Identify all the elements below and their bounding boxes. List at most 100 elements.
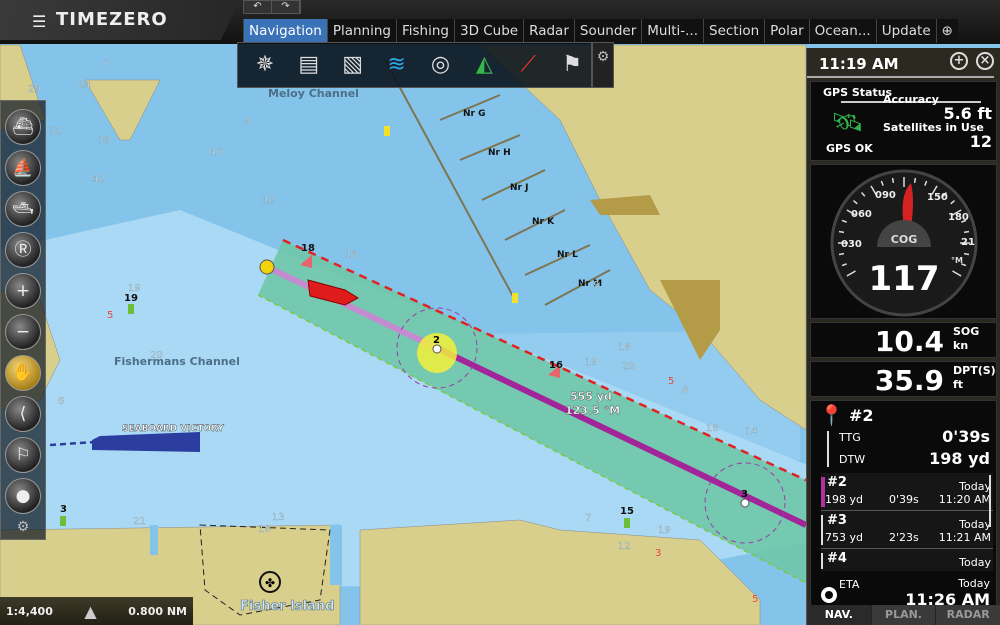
depth-sounding: 18 bbox=[706, 423, 719, 434]
ribbon-toolbar: ✵ ▤ ▧ ≋ ◎ ◭ ⟋ ⚑ bbox=[237, 42, 592, 88]
tab-sounder[interactable]: Sounder bbox=[573, 19, 642, 43]
gauge-tick-mark bbox=[838, 230, 845, 234]
mob-icon[interactable]: ⚐ bbox=[5, 437, 41, 473]
route-start[interactable] bbox=[259, 259, 275, 275]
accuracy-label: Accuracy bbox=[883, 93, 939, 106]
clock: 11:19 AM bbox=[819, 55, 899, 73]
depth-sounding: 18 bbox=[258, 524, 271, 535]
north-arrow-icon[interactable]: ▲ bbox=[84, 602, 96, 621]
gauge-tick: 150 bbox=[927, 192, 948, 203]
boat-3d-icon[interactable]: 🛥 bbox=[5, 191, 41, 227]
buoy-label: 16 bbox=[549, 360, 563, 371]
gauge-tick-mark bbox=[838, 252, 845, 256]
tab-fishing[interactable]: Fishing bbox=[395, 19, 454, 43]
depth-sounding: 12 bbox=[262, 195, 275, 206]
depth-sounding: 29 bbox=[28, 84, 41, 95]
ttg-value: 0'39s bbox=[942, 427, 990, 446]
tab-radar-panel[interactable]: RADAR bbox=[936, 605, 1000, 625]
markers-icon[interactable]: ⚑ bbox=[553, 47, 591, 83]
add-icon[interactable]: + bbox=[950, 52, 968, 70]
route-icon[interactable]: ◭ bbox=[465, 47, 503, 83]
gear-icon[interactable]: ⚙ bbox=[17, 519, 30, 539]
app-title: TIMEZERO bbox=[56, 9, 168, 30]
panel-header: 11:19 AM + × bbox=[807, 48, 994, 78]
route-bearing: 123.5 °M bbox=[565, 404, 620, 417]
depth-sounding: 19 bbox=[585, 357, 598, 368]
radar-icon[interactable]: ◎ bbox=[422, 47, 460, 83]
sog-label: SOG bbox=[953, 325, 980, 338]
tide-icon[interactable]: ⟋ bbox=[509, 47, 547, 83]
gps-title: GPS Status bbox=[823, 86, 893, 99]
depth-label: DPT(S) bbox=[953, 364, 996, 377]
depth-sounding: 12 bbox=[618, 541, 631, 552]
tab-planning[interactable]: Planning bbox=[326, 19, 396, 43]
waypoint-2[interactable] bbox=[432, 344, 442, 354]
reset-icon[interactable]: Ⓡ bbox=[5, 232, 41, 268]
pier-label: Nr J bbox=[510, 183, 528, 193]
depth-value: 35.9 bbox=[874, 364, 944, 397]
undo-redo: ↶ ↷ bbox=[243, 0, 301, 14]
boat-follow-icon[interactable]: ⛵ bbox=[5, 150, 41, 186]
close-icon[interactable]: × bbox=[976, 52, 994, 70]
satellites-value: 12 bbox=[969, 132, 992, 151]
tab-3d-cube[interactable]: 3D Cube bbox=[453, 19, 524, 43]
hamburger-icon[interactable]: ☰ bbox=[32, 12, 47, 31]
list-item[interactable]: #3 753 yd 2'23s Today 11:21 AM bbox=[821, 511, 993, 549]
tab-ocean[interactable]: Ocean... bbox=[808, 19, 876, 43]
boat-centered-icon[interactable]: ⛴ bbox=[5, 109, 41, 145]
gauge-tick: 030 bbox=[841, 239, 862, 250]
top-bar: ☰ TIMEZERO ↶ ↷ Navigation Planning Fishin… bbox=[0, 0, 1000, 44]
tab-multi[interactable]: Multi-... bbox=[641, 19, 703, 43]
tab-section[interactable]: Section bbox=[703, 19, 765, 43]
waypoint-3[interactable] bbox=[740, 498, 750, 508]
tab-plan[interactable]: PLAN. bbox=[872, 605, 937, 625]
redo-icon[interactable]: ↷ bbox=[272, 1, 300, 13]
depth-sounding: 19 bbox=[658, 525, 671, 536]
route-legs-list[interactable]: #2 198 yd 0'39s Today 11:20 AM #3 753 yd 2'23s… bbox=[821, 473, 993, 571]
pier-label: Nr L bbox=[557, 250, 578, 260]
depth-readout: 35.9 DPT(S) ft bbox=[810, 361, 997, 397]
depth-sounding: 6 bbox=[58, 396, 64, 407]
depth-sounding: 24 bbox=[78, 80, 91, 91]
depth-sounding: 33 bbox=[98, 135, 111, 146]
depth-sounding: 14 bbox=[745, 426, 758, 437]
pan-hand-icon[interactable]: ✋ bbox=[5, 355, 41, 391]
gauge-tick: 21 bbox=[961, 237, 975, 248]
scrollbar[interactable] bbox=[989, 475, 991, 527]
list-item[interactable]: #4 Today bbox=[821, 549, 993, 571]
eta-label: ETA bbox=[839, 578, 860, 591]
pier-label: Nr K bbox=[532, 217, 555, 227]
depth-sounding: 7 bbox=[585, 513, 591, 524]
ais-target-icon[interactable]: ≋ bbox=[378, 47, 416, 83]
gear-icon[interactable]: ⚙ bbox=[592, 42, 614, 88]
zoom-in-icon[interactable]: + bbox=[5, 273, 41, 309]
tab-navigation[interactable]: Navigation bbox=[243, 19, 327, 43]
undo-icon[interactable]: ↶ bbox=[244, 1, 272, 13]
chart-icon[interactable]: ▧ bbox=[334, 47, 372, 83]
zoom-out-icon[interactable]: − bbox=[5, 314, 41, 350]
compass-rose-icon[interactable]: ✵ bbox=[246, 47, 284, 83]
landmark-icon: ✤ bbox=[265, 576, 275, 590]
event-icon[interactable]: ● bbox=[5, 478, 41, 514]
scale-ratio: 1:4,400 bbox=[6, 604, 53, 618]
add-tab-icon[interactable]: ⊕ bbox=[935, 19, 958, 43]
left-toolbar: ⛴ ⛵ 🛥 Ⓡ + − ✋ ⟨ ⚐ ● ⚙ bbox=[0, 100, 46, 540]
route-info: 📍 #2 TTG 0'39s DTW 198 yd #2 198 yd 0'39s T… bbox=[810, 400, 997, 618]
app-menu[interactable]: ☰ TIMEZERO bbox=[0, 0, 240, 40]
tab-radar[interactable]: Radar bbox=[523, 19, 574, 43]
tab-nav[interactable]: NAV. bbox=[807, 605, 872, 625]
gauge-tick-mark bbox=[963, 252, 970, 256]
gauge-tick: 180 bbox=[948, 212, 969, 223]
destination-icon bbox=[821, 587, 837, 603]
measure-icon[interactable]: ⟨ bbox=[5, 396, 41, 432]
tab-update[interactable]: Update bbox=[875, 19, 936, 43]
vessel-label: SEABOARD VICTORY bbox=[122, 424, 225, 434]
tab-polar[interactable]: Polar bbox=[764, 19, 809, 43]
gps-state: GPS OK bbox=[826, 142, 873, 155]
channel-label: Fishermans Channel bbox=[114, 355, 240, 368]
depth-sounding: 13 bbox=[272, 512, 285, 523]
sog-value: 10.4 bbox=[874, 325, 944, 358]
layers-icon[interactable]: ▤ bbox=[290, 47, 328, 83]
sog-readout: 10.4 SOG kn bbox=[810, 322, 997, 358]
list-item[interactable]: #2 198 yd 0'39s Today 11:20 AM bbox=[821, 473, 993, 511]
